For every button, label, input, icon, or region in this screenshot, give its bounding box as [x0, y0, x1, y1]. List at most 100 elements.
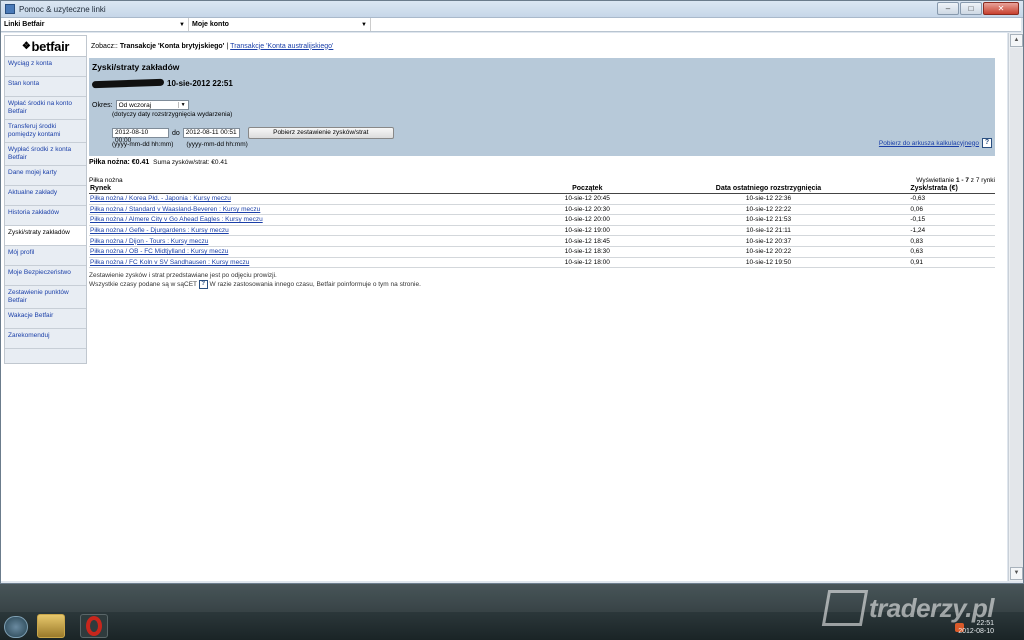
betfair-logo[interactable]: ❖ betfair	[4, 35, 87, 57]
period-row: Okres: Od wczoraj ▼	[92, 100, 189, 110]
betfair-arrow-icon: ❖	[21, 40, 31, 52]
profit-loss-cell: -0,15	[895, 214, 995, 226]
sidebar-item-bet-history[interactable]: Historia zakładów	[5, 206, 86, 226]
period-note: (dotyczy daty rozstrzygnięcia wydarzenia…	[112, 111, 233, 118]
market-link[interactable]: Piłka nożna / Almere City v Go Ahead Eag…	[90, 216, 263, 223]
date-to-input[interactable]: 2012-08-11 00:51	[182, 128, 240, 138]
breadcrumb: Zobacz:: Transakcje 'Konta brytyjskiego'…	[89, 35, 995, 57]
start-button-icon[interactable]	[4, 616, 28, 638]
date-to-label: do	[172, 129, 180, 137]
table-row: Piłka nożna / Dijon - Tours : Kursy mecz…	[89, 235, 995, 247]
pagination-range: 1 - 7	[955, 177, 969, 184]
settled-cell: 10-sie-12 20:37	[641, 235, 896, 247]
profit-loss-cell: -0,63	[895, 193, 995, 205]
market-link[interactable]: Piłka nożna / Gefle - Djurgardens : Kurs…	[90, 227, 229, 234]
table-row: Piłka nożna / OB - FC Midtjylland : Kurs…	[89, 246, 995, 258]
date-format-hints: (yyyy-mm-dd hh:mm) (yyyy-mm-dd hh:mm)	[112, 141, 248, 148]
help-icon[interactable]: ?	[982, 138, 992, 148]
sidebar-item-refer[interactable]: Zarekomenduj	[5, 329, 86, 349]
maximize-button[interactable]: □	[960, 2, 982, 15]
period-select-value: Od wczoraj	[118, 101, 152, 109]
links-betfair-select-value: Linki Betfair	[4, 21, 45, 28]
footnote: Zestawienie zysków i strat przedstawiane…	[89, 271, 995, 290]
start-cell: 10-sie-12 18:00	[532, 257, 642, 269]
vertical-scrollbar[interactable]: ▲ ▼	[1008, 33, 1023, 581]
close-button[interactable]: ✕	[983, 2, 1019, 15]
sidebar-item-withdraw[interactable]: Wypłać środki z konta Betfair	[5, 143, 86, 166]
profit-loss-cell: -1,24	[895, 225, 995, 237]
results-table: Rynek Początek Data ostatniego rozstrzyg…	[89, 184, 995, 269]
sidebar-item-my-profile[interactable]: Mój profil	[5, 246, 86, 266]
date-format-hint-to: (yyyy-mm-dd hh:mm)	[186, 141, 248, 148]
period-select[interactable]: Od wczoraj ▼	[115, 100, 189, 110]
help-icon[interactable]: ?	[198, 280, 208, 290]
sidebar-item-account-balance[interactable]: Stan konta	[5, 77, 86, 97]
opera-taskbar-icon[interactable]	[80, 614, 108, 638]
sidebar-item-points[interactable]: Zestawienie punktów Betfair	[5, 286, 86, 309]
get-report-button[interactable]: Pobierz zestawienie zysków/strat	[247, 127, 394, 139]
sidebar-item-security[interactable]: Moje Bezpieczeństwo	[5, 266, 86, 286]
table-caption: Piłka nożna	[89, 177, 123, 184]
pagination-suffix: z 7 rynki	[970, 177, 995, 184]
sidebar-spacer	[5, 349, 86, 363]
footnote-timezone-note: W razie zastosowania innego czasu, Betfa…	[209, 281, 421, 289]
watermark-text: traderzy.pl	[869, 592, 995, 623]
scroll-down-icon[interactable]: ▼	[1010, 567, 1023, 580]
scrollbar-thumb[interactable]	[1010, 48, 1023, 568]
breadcrumb-separator: |	[226, 42, 229, 50]
sidebar: ❖ betfair Wyciąg z konta Stan konta Wpła…	[4, 35, 87, 364]
profit-loss-cell: 0,83	[895, 235, 995, 247]
settled-cell: 10-sie-12 21:53	[641, 214, 896, 226]
market-link[interactable]: Piłka nożna / Dijon - Tours : Kursy mecz…	[90, 238, 208, 245]
start-cell: 10-sie-12 19:00	[532, 225, 642, 237]
window-controls: – □ ✕	[937, 2, 1019, 15]
settled-cell: 10-sie-12 20:22	[641, 246, 896, 258]
watermark-logo-icon	[821, 590, 869, 626]
settled-cell: 10-sie-12 22:22	[641, 204, 896, 216]
column-header-settled: Data ostatniego rozstrzygnięcia	[641, 184, 896, 194]
sidebar-item-holidays[interactable]: Wakacje Betfair	[5, 309, 86, 329]
breadcrumb-australian-link[interactable]: Transakcje 'Konta australijskiego'	[230, 43, 333, 50]
sidebar-item-transfer[interactable]: Transferuj środki pomiędzy kontami	[5, 120, 86, 143]
sport-summary: Piłka nożna: €0.41	[89, 159, 150, 166]
pagination-prefix: Wyświetlanie	[916, 177, 955, 184]
my-account-select[interactable]: Moje konto ▼	[189, 18, 371, 31]
date-from-input[interactable]: 2012-08-10 00:00	[112, 128, 169, 144]
market-link[interactable]: Piłka nożna / Korea Płd. - Japonia : Kur…	[90, 195, 231, 202]
market-link[interactable]: Piłka nożna / FC Koln v SV Sandhausen : …	[90, 259, 249, 266]
sidebar-item-account-statement[interactable]: Wyciąg z konta	[5, 57, 86, 77]
market-link[interactable]: Piłka nożna / Standard v Waasland-Bevere…	[90, 206, 260, 213]
scroll-up-icon[interactable]: ▲	[1010, 34, 1023, 47]
column-header-profit-loss: Zysk/strata (€)	[895, 184, 995, 194]
sidebar-item-profit-loss[interactable]: Zyski/straty zakładów	[5, 226, 86, 246]
page-title: Zyski/straty zakładów	[92, 62, 180, 72]
settled-cell: 10-sie-12 22:36	[641, 193, 896, 205]
table-header-row: Piłka nożna Wyświetlanie 1 - 7 z 7 rynki	[89, 177, 995, 184]
system-clock[interactable]: 22:51 2012-08-10	[958, 620, 994, 636]
sidebar-item-current-bets[interactable]: Aktualne zakłady	[5, 186, 86, 206]
explorer-taskbar-icon[interactable]	[37, 614, 65, 638]
main-content: Zobacz:: Transakcje 'Konta brytyjskiego'…	[89, 35, 995, 290]
start-cell: 10-sie-12 20:30	[532, 204, 642, 216]
start-cell: 10-sie-12 20:45	[532, 193, 642, 205]
sidebar-item-deposit[interactable]: Wpłać środki na konto Betfair	[5, 97, 86, 120]
pagination-info: Wyświetlanie 1 - 7 z 7 rynki	[916, 177, 995, 184]
sidebar-item-card-details[interactable]: Dane mojej karty	[5, 166, 86, 186]
table-row: Piłka nożna / Korea Płd. - Japonia : Kur…	[89, 193, 995, 205]
footnote-commission: Zestawienie zysków i strat przedstawiane…	[89, 272, 277, 280]
results-section: Piłka nożna Wyświetlanie 1 - 7 z 7 rynki…	[89, 177, 995, 290]
profit-loss-cell: 0,91	[895, 257, 995, 269]
page-content: ❖ betfair Wyciąg z konta Stan konta Wpła…	[1, 33, 1007, 581]
column-header-market: Rynek	[89, 184, 533, 194]
start-cell: 10-sie-12 18:45	[532, 235, 642, 247]
title-bar: Pomoc & uzyteczne linki – □ ✕	[1, 1, 1023, 18]
download-spreadsheet-link[interactable]: Pobierz do arkusza kalkulacyjnego	[879, 140, 979, 147]
minimize-button[interactable]: –	[937, 2, 959, 15]
filter-panel: Zyski/straty zakładów 10-sie-2012 22:51 …	[89, 58, 995, 156]
redacted-username	[91, 78, 165, 89]
links-betfair-select[interactable]: Linki Betfair ▼	[1, 18, 189, 31]
clock-date: 2012-08-10	[958, 628, 994, 635]
footnote-timezone: Wszystkie czasy podane są w sąCET ? W ra…	[89, 280, 995, 290]
market-link[interactable]: Piłka nożna / OB - FC Midtjylland : Kurs…	[90, 248, 228, 255]
profit-loss-cell: 0,63	[895, 246, 995, 258]
